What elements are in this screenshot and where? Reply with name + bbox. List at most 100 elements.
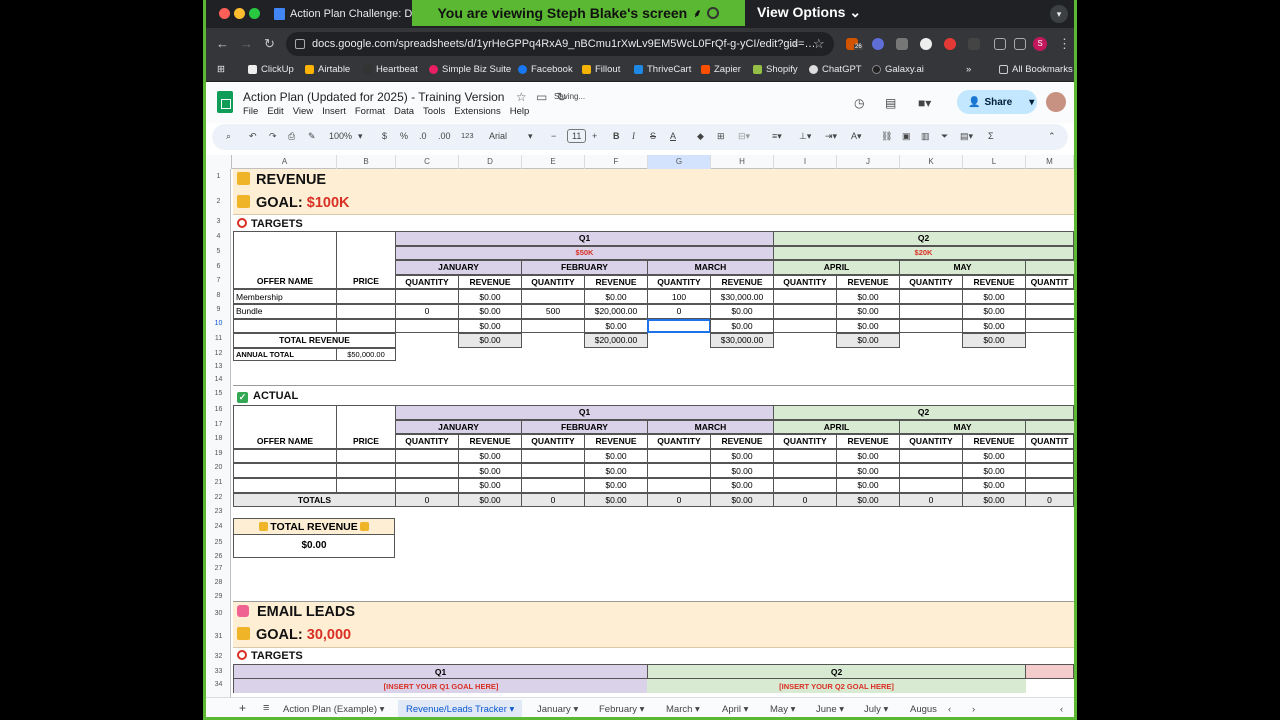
revenue-cell[interactable]: $0.00	[962, 304, 1026, 319]
font-size-decrease-button[interactable]: −	[551, 131, 556, 141]
quantity-cell[interactable]	[1025, 463, 1074, 478]
quantity-cell[interactable]	[395, 478, 459, 493]
menu-edit[interactable]: Edit	[267, 106, 283, 117]
revenue-cell[interactable]: $0.00	[458, 304, 522, 319]
offer-name-cell[interactable]: Membership	[233, 289, 337, 304]
zoom-icon[interactable]: ⌕	[791, 36, 797, 52]
q2-goal[interactable]: $20K	[773, 245, 1074, 261]
row-header[interactable]: 11	[206, 335, 231, 342]
zoom-select[interactable]: 100%	[329, 131, 352, 141]
quantity-cell[interactable]	[395, 448, 459, 464]
meet-camera-icon[interactable]: ■▾	[918, 96, 931, 110]
quantity-cell[interactable]	[521, 289, 585, 304]
quantity-cell[interactable]	[899, 318, 963, 334]
print-icon[interactable]: ⎙	[288, 131, 295, 142]
borders-icon[interactable]: ⊞	[717, 131, 725, 142]
forward-arrow-icon[interactable]: →	[240, 36, 253, 52]
extension-icon[interactable]	[920, 38, 932, 50]
decrease-decimal-button[interactable]: .0	[419, 131, 427, 141]
revenue-cell[interactable]: $0.00	[962, 289, 1026, 304]
revenue-cell[interactable]: $0.00	[458, 318, 522, 334]
quantity-cell[interactable]: 0	[647, 304, 711, 319]
row-header[interactable]: 21	[206, 479, 231, 486]
row-header[interactable]: 25	[206, 539, 231, 546]
quantity-cell[interactable]	[773, 478, 837, 493]
revenue-cell[interactable]: $0.00	[836, 478, 900, 493]
horizontal-align-icon[interactable]: ≡▾	[772, 131, 782, 142]
redo-icon[interactable]: ↷	[269, 131, 277, 142]
camera-icon[interactable]	[896, 38, 908, 50]
side-panel-icon[interactable]	[1014, 38, 1026, 50]
undo-icon[interactable]: ↶	[249, 131, 257, 142]
profile-avatar[interactable]: S	[1033, 37, 1047, 51]
row-header[interactable]: 27	[206, 565, 231, 572]
scroll-tabs-right-icon[interactable]: ›	[972, 704, 975, 715]
revenue-cell[interactable]: $20,000.00	[584, 304, 648, 319]
sheet-tab-may[interactable]: May ▾	[770, 704, 795, 715]
bookmark-galaxy-ai[interactable]: Galaxy.ai	[872, 64, 924, 75]
price-cell[interactable]	[336, 463, 396, 478]
total-revenue-cell[interactable]: $30,000.00	[710, 333, 774, 348]
revenue-cell[interactable]: $0.00	[836, 304, 900, 319]
select-all-corner[interactable]	[206, 155, 232, 169]
sheet-tab-june[interactable]: June ▾	[816, 704, 844, 715]
filter-views-icon[interactable]: ▤▾	[960, 131, 973, 142]
row-header[interactable]: 29	[206, 593, 231, 600]
bookmark-zapier[interactable]: Zapier	[701, 64, 741, 75]
add-sheet-icon[interactable]: +	[239, 701, 246, 715]
menu-extensions[interactable]: Extensions	[454, 106, 500, 117]
revenue-cell[interactable]: $0.00	[962, 318, 1026, 334]
sheets-logo-icon[interactable]	[217, 91, 233, 113]
view-options-button[interactable]: View Options ⌄	[757, 4, 861, 21]
row-header[interactable]: 10	[206, 320, 231, 327]
offer-name-cell[interactable]	[233, 478, 337, 493]
revenue-cell[interactable]: $0.00	[584, 448, 648, 464]
price-cell[interactable]	[336, 289, 396, 304]
quantity-cell[interactable]: 500	[521, 304, 585, 319]
row-header[interactable]: 18	[206, 435, 231, 442]
column-header[interactable]: M	[1026, 155, 1074, 169]
totals-cell[interactable]: $0.00	[584, 492, 648, 508]
paint-format-icon[interactable]: ✎	[308, 131, 316, 142]
column-header[interactable]: D	[459, 155, 522, 169]
column-header[interactable]: H	[711, 155, 774, 169]
revenue-cell[interactable]: $0.00	[836, 289, 900, 304]
column-header[interactable]: C	[396, 155, 459, 169]
bookmark-heartbeat[interactable]: Heartbeat	[363, 64, 418, 75]
column-header[interactable]: I	[774, 155, 837, 169]
revenue-cell[interactable]: $0.00	[836, 448, 900, 464]
column-header[interactable]: J	[837, 155, 900, 169]
row-header[interactable]: 33	[206, 668, 231, 675]
row-header[interactable]: 34	[206, 681, 231, 688]
chevron-down-icon[interactable]: ▾	[1029, 97, 1034, 108]
comments-icon[interactable]: ▤	[885, 96, 896, 110]
row-header[interactable]: 4	[206, 233, 231, 240]
row-header[interactable]: 16	[206, 406, 231, 413]
increase-decimal-button[interactable]: .00	[438, 131, 451, 141]
bookmark-simple-biz-suite[interactable]: Simple Biz Suite	[429, 64, 511, 75]
revenue-cell[interactable]: $0.00	[458, 289, 522, 304]
row-header[interactable]: 28	[206, 579, 231, 586]
quantity-cell[interactable]	[521, 463, 585, 478]
row-header[interactable]: 6	[206, 263, 231, 270]
star-icon[interactable]: ☆	[516, 90, 527, 104]
quantity-cell[interactable]	[899, 478, 963, 493]
quantity-cell[interactable]: 0	[395, 304, 459, 319]
search-menus-icon[interactable]: ⌕	[226, 131, 231, 142]
totals-cell[interactable]: 0	[773, 492, 837, 508]
price-cell[interactable]	[336, 448, 396, 464]
quantity-cell[interactable]	[899, 289, 963, 304]
sheet-tab-april[interactable]: April ▾	[722, 704, 748, 715]
price-cell[interactable]	[336, 304, 396, 319]
move-folder-icon[interactable]: ▭	[536, 90, 547, 104]
quantity-cell[interactable]	[899, 448, 963, 464]
close-window-button[interactable]	[219, 8, 230, 19]
cell-area[interactable]: REVENUE GOAL: $100K TARGETS OFFER NAME PR…	[233, 169, 1074, 697]
quantity-cell[interactable]	[647, 478, 711, 493]
currency-format-button[interactable]: $	[382, 131, 387, 141]
price-cell[interactable]	[336, 318, 396, 334]
menu-view[interactable]: View	[293, 106, 313, 117]
quantity-cell[interactable]	[521, 318, 585, 334]
column-header[interactable]: K	[900, 155, 963, 169]
revenue-cell[interactable]: $0.00	[962, 478, 1026, 493]
